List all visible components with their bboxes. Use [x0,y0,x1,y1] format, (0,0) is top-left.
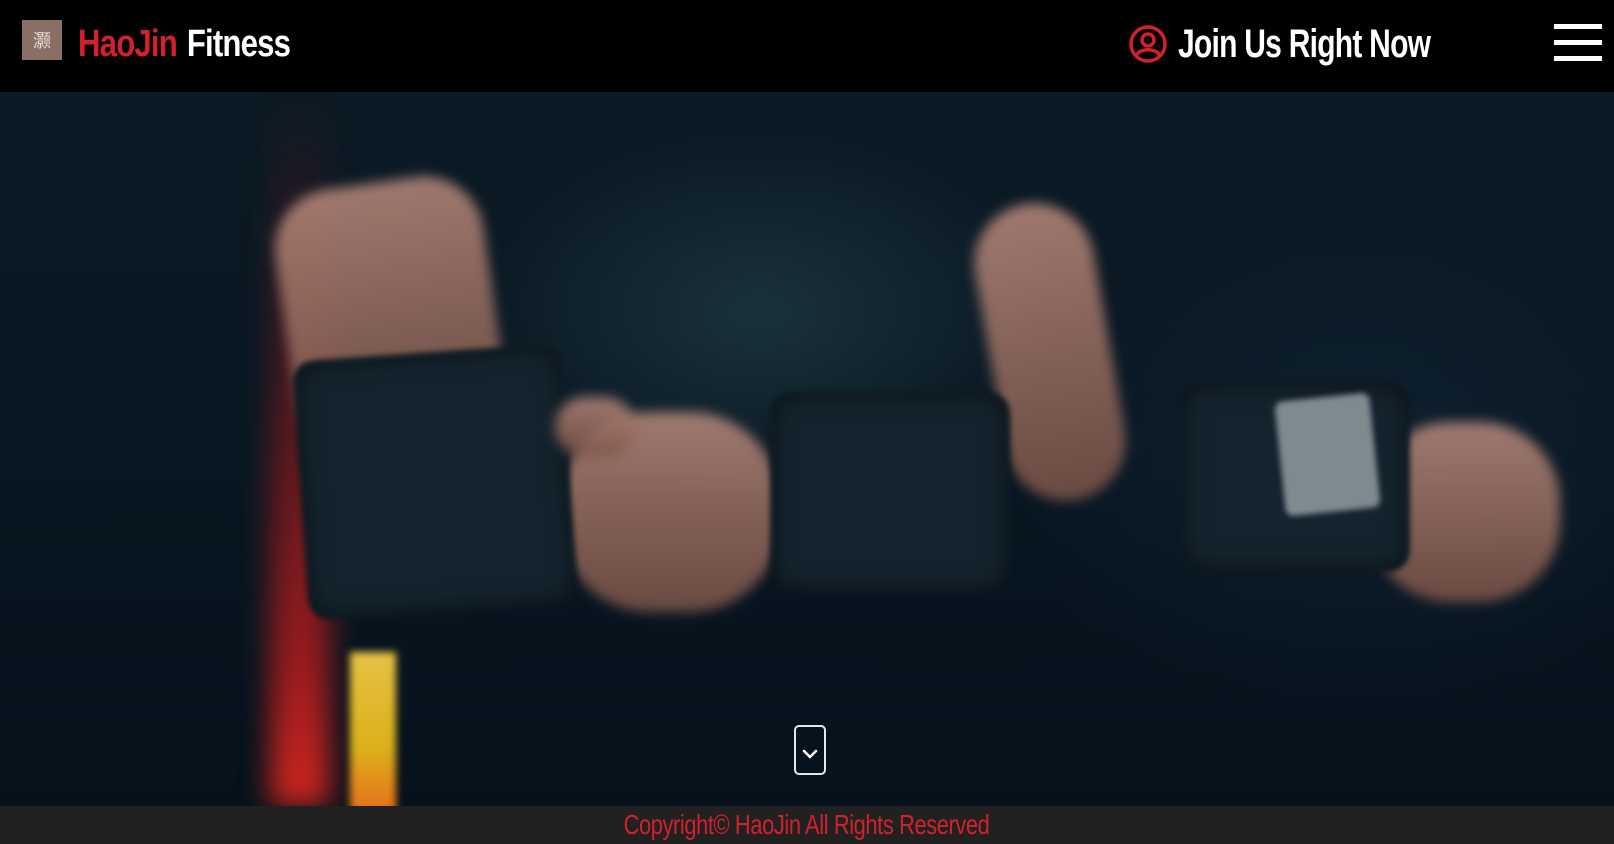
user-circle-icon [1128,24,1168,64]
copyright-text: Copyright© HaoJin All Rights Reserved [624,809,990,840]
page: 灏 HaoJin Fitness Join Us Right Now Copyr… [0,0,1614,844]
footer: Copyright© HaoJin All Rights Reserved [0,806,1614,844]
hero-background-image [0,92,1614,806]
join-us-label: Join Us Right Now [1178,21,1431,66]
left-thumb [555,397,635,457]
menu-bar [1554,24,1602,29]
scroll-down-button[interactable] [794,725,826,775]
top-navbar: 灏 HaoJin Fitness Join Us Right Now [0,0,1614,92]
dumbbell-middle [770,392,1010,592]
menu-bar [1554,40,1602,45]
dumbbell-label-plate [1274,392,1381,517]
brand-accent-text: HaoJin [78,22,178,65]
brand-plain-text: Fitness [186,22,291,65]
brand-title[interactable]: HaoJin Fitness [78,18,291,70]
dumbbell-left [291,342,579,622]
logo-icon[interactable]: 灏 [22,20,62,60]
hamburger-menu-icon[interactable] [1554,24,1602,62]
yellow-light-streak [350,652,396,806]
logo-glyph: 灏 [33,31,51,52]
menu-bar [1554,56,1602,61]
chevron-down-icon [802,747,818,765]
join-us-button[interactable]: Join Us Right Now [1128,18,1514,70]
